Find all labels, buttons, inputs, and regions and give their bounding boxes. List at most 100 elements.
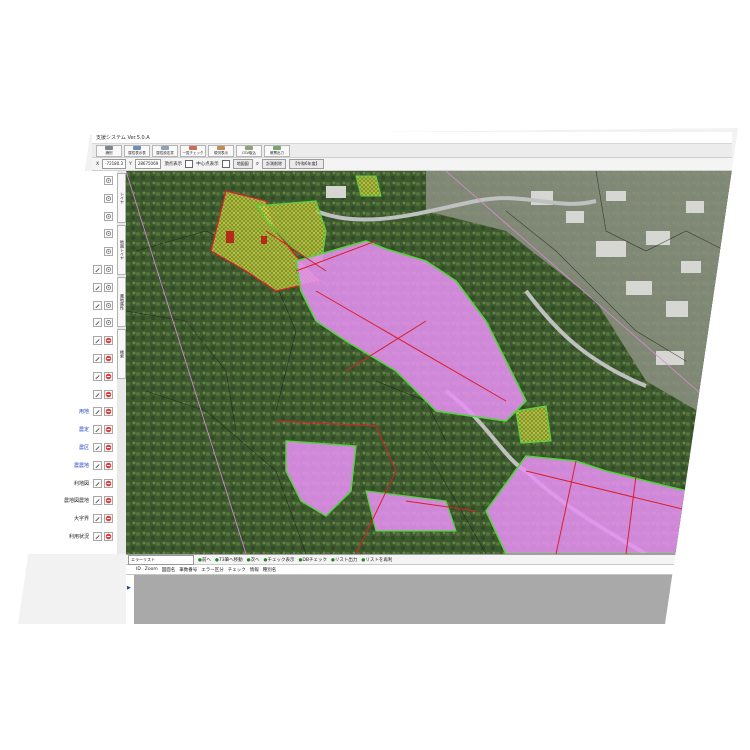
toolbar-button[interactable]: 一覧チェック [180, 145, 206, 157]
vertical-tab[interactable]: 検索 [117, 329, 126, 379]
hide-layer-icon[interactable] [104, 336, 113, 346]
layer-settings-icon[interactable] [104, 265, 113, 274]
hide-layer-icon[interactable] [104, 425, 113, 435]
toolbar-button-label: 識別 [105, 150, 113, 155]
column-header[interactable]: 筆数番号 [179, 567, 197, 573]
column-header[interactable]: 種別名 [263, 567, 277, 573]
layer-row[interactable] [20, 317, 117, 328]
x-coordinate-field[interactable]: -72180.3 [102, 159, 127, 169]
layer-settings-icon[interactable] [104, 229, 113, 239]
layer-label: 農地図農地 [63, 498, 89, 505]
hide-layer-icon[interactable] [104, 371, 113, 381]
hide-layer-icon[interactable] [104, 532, 113, 541]
error-bar-action[interactable]: ●リスト出力 [331, 557, 357, 563]
layer-row[interactable]: 農定 [20, 424, 117, 435]
edit-pencil-icon[interactable] [93, 336, 102, 346]
layer-settings-icon[interactable] [104, 300, 113, 310]
layer-row[interactable]: 利用状況 [20, 531, 117, 542]
measure-delete-button[interactable]: 計測削除 [262, 159, 287, 169]
layer-row[interactable]: 農地図農地 [20, 495, 117, 506]
hide-layer-icon[interactable] [104, 514, 113, 524]
column-header[interactable]: 図面名 [162, 567, 176, 573]
layer-row[interactable] [20, 193, 117, 204]
layer-settings-icon[interactable] [104, 247, 113, 257]
column-header[interactable]: ID [136, 567, 141, 572]
error-list-select[interactable]: エラーリスト [128, 554, 194, 565]
vertical-tab[interactable]: レイヤ [117, 173, 126, 223]
center-display-checkbox[interactable] [221, 160, 230, 168]
hide-layer-icon[interactable] [104, 354, 113, 363]
edit-pencil-icon[interactable] [93, 300, 102, 310]
edit-pencil-icon[interactable] [93, 354, 102, 363]
layer-row[interactable] [20, 211, 117, 222]
hide-layer-icon[interactable] [104, 407, 113, 417]
error-bar-action[interactable]: ●DBチェック [298, 557, 327, 563]
column-header[interactable]: チェック [228, 567, 246, 573]
layer-settings-icon[interactable] [104, 211, 113, 221]
layer-row[interactable] [20, 300, 117, 311]
layer-row[interactable] [20, 175, 117, 186]
layer-row[interactable] [20, 264, 117, 275]
error-bar-action[interactable]: ●チェック表示 [264, 557, 295, 563]
map-button[interactable]: 地図図 [232, 159, 253, 169]
error-bar-action[interactable]: ●73筆へ移動 [215, 557, 243, 563]
edit-pencil-icon[interactable] [93, 389, 102, 399]
column-header[interactable]: 情報 [250, 567, 259, 573]
edit-pencil-icon[interactable] [93, 425, 102, 435]
toolbar-button[interactable]: 帳票出力 [264, 145, 290, 157]
layer-row[interactable]: 大字界 [20, 513, 117, 524]
edit-pencil-icon[interactable] [93, 460, 102, 470]
toolbar-button[interactable]: 識別 [96, 145, 122, 157]
layer-settings-icon[interactable] [104, 193, 113, 203]
edit-pencil-icon[interactable] [93, 282, 102, 292]
layer-settings-icon[interactable] [104, 318, 113, 328]
toolbar-button-label: 一覧チェック [182, 150, 204, 155]
layer-settings-icon[interactable] [104, 176, 113, 185]
toolbar-button[interactable]: 属性設定書 [152, 145, 178, 157]
column-header[interactable]: エラー区分 [201, 567, 224, 573]
edit-pencil-icon[interactable] [93, 371, 102, 381]
layer-row[interactable] [20, 371, 117, 382]
fiscal-year-button[interactable]: 【令和6年度】 [289, 159, 324, 169]
error-bar-action[interactable]: ●次へ [247, 557, 260, 563]
column-header[interactable]: Zoom [145, 567, 158, 572]
error-bar-action[interactable]: ●前へ [198, 557, 211, 563]
edit-pencil-icon[interactable] [93, 318, 102, 328]
toolbar-button[interactable]: 現況表示 [208, 145, 234, 157]
aerial-map[interactable] [126, 171, 732, 554]
vertical-tab[interactable]: 農地属性 [117, 277, 126, 327]
hide-layer-icon[interactable] [104, 496, 113, 506]
edit-pencil-icon[interactable] [93, 265, 102, 274]
layer-row[interactable] [20, 246, 117, 257]
layer-row[interactable] [20, 389, 117, 400]
action-label: 前へ [201, 557, 211, 563]
hide-layer-icon[interactable] [104, 389, 113, 399]
edit-pencil-icon[interactable] [93, 532, 102, 541]
y-coordinate-field[interactable]: 28675069 [134, 159, 162, 169]
layer-row[interactable]: 利地図 [20, 478, 117, 489]
search-icon[interactable]: ⌕ [256, 160, 259, 168]
layer-row[interactable] [20, 353, 117, 364]
edit-pencil-icon[interactable] [93, 478, 102, 488]
toolbar-button[interactable]: CSV取込 [236, 145, 262, 157]
vertical-tab[interactable]: 地図レイヤ [117, 225, 126, 275]
point-display-checkbox[interactable] [185, 160, 194, 168]
error-table-body[interactable] [134, 575, 732, 624]
layer-row[interactable] [20, 335, 117, 346]
edit-pencil-icon[interactable] [93, 514, 102, 524]
edit-pencil-icon[interactable] [93, 407, 102, 417]
layer-row[interactable]: 農農地 [20, 460, 117, 471]
edit-pencil-icon[interactable] [93, 443, 102, 452]
layer-row[interactable]: 用地 [20, 406, 117, 417]
hide-layer-icon[interactable] [104, 478, 113, 488]
hide-layer-icon[interactable] [104, 443, 113, 452]
layer-row[interactable] [20, 228, 117, 239]
hide-layer-icon[interactable] [104, 460, 113, 470]
layer-row[interactable] [20, 282, 117, 293]
layer-settings-icon[interactable] [104, 282, 113, 292]
edit-pencil-icon[interactable] [93, 496, 102, 506]
error-bar-action[interactable]: ●リストを再利 [361, 557, 392, 563]
toolbar-button[interactable]: 属性表示表 [124, 145, 150, 157]
map-view[interactable] [126, 171, 732, 554]
layer-row[interactable]: 農区 [20, 442, 117, 453]
